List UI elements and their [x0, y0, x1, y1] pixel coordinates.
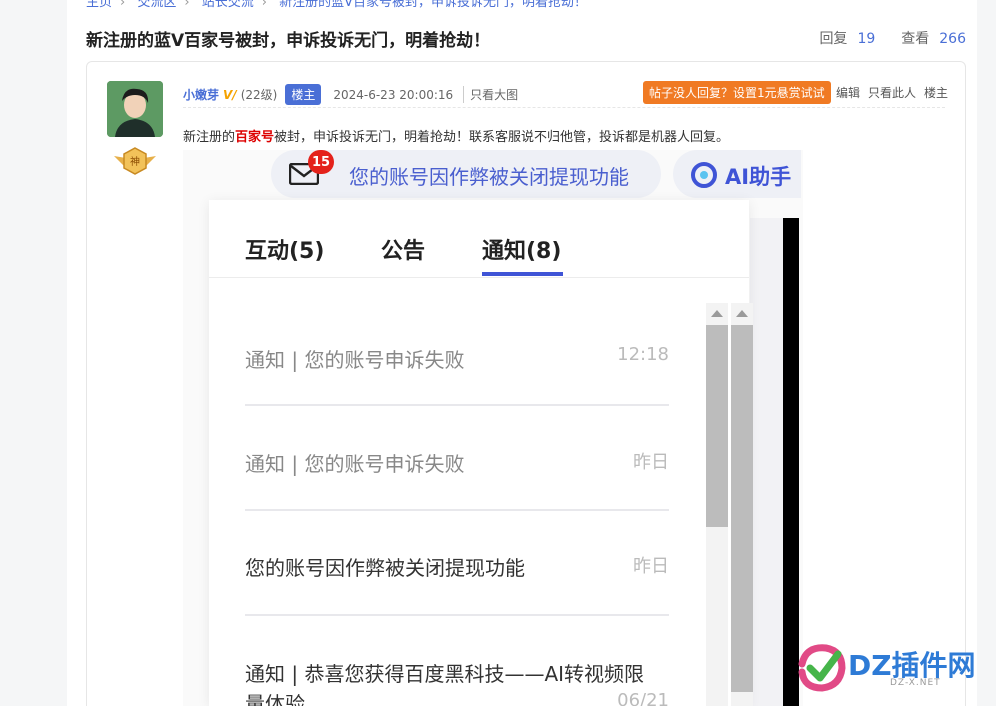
edit-link[interactable]: 编辑 — [836, 86, 860, 100]
notice-time: 昨日 — [633, 556, 669, 577]
post-date: 2024-6-23 20:00:16 — [333, 87, 454, 102]
medal-icon: 神 — [112, 146, 158, 176]
notice-item: 通知 | 恭喜您获得百度黑科技——AI转视频限 量体验 06/21 — [245, 616, 669, 706]
screenshot-edge — [783, 218, 799, 706]
chevron-right-icon: › — [120, 0, 126, 10]
scroll-up-arrow-icon[interactable] — [736, 310, 748, 317]
scrollbar-thumb[interactable] — [731, 325, 753, 692]
breadcrumb-thread[interactable]: 新注册的蓝V百家号被封，申诉投诉无门，明着抢劫！ — [279, 0, 587, 10]
ai-assistant-pill: AI助手 — [673, 150, 801, 198]
view-big-image-link[interactable]: 只看大图 — [463, 86, 518, 103]
breadcrumb: 主页 › 交流区 › 站长交流 › 新注册的蓝V百家号被封，申诉投诉无门，明着抢劫！ — [86, 0, 595, 10]
notice-title: 通知 | 您的账号申诉失败 — [245, 348, 465, 372]
reply-count: 19 — [857, 31, 876, 47]
notice-time: 昨日 — [633, 452, 669, 473]
thread-title: 新注册的蓝V百家号被封，申诉投诉无门，明着抢劫！ — [86, 31, 491, 51]
user-level: (22级) — [240, 88, 278, 102]
tab-announcement: 公告 — [381, 239, 426, 264]
post-actions: 编辑 只看此人 楼主 — [836, 84, 956, 101]
notice-title: 您的账号因作弊被关闭提现功能 — [245, 556, 525, 580]
breadcrumb-board[interactable]: 站长交流 — [202, 0, 254, 10]
avatar[interactable] — [107, 81, 163, 137]
notification-tabs: 互动(5) 公告 通知(8) — [209, 200, 749, 278]
notice-time: 06/21 — [617, 690, 669, 706]
body-highlight-link[interactable]: 百家号 — [235, 130, 274, 145]
floor-link[interactable]: 楼主 — [924, 86, 948, 100]
active-tab-indicator — [482, 272, 563, 276]
chevron-right-icon: › — [261, 0, 267, 10]
mail-notification-pill: 15 您的账号因作弊被关闭提现功能 — [271, 150, 661, 198]
scrollbar[interactable] — [731, 303, 753, 706]
body-suffix: 被封，申诉投诉无门，明着抢劫！联系客服说不归他管，投诉都是机器人回复。 — [274, 130, 730, 145]
view-count: 266 — [939, 31, 966, 47]
post-meta: 小嫩芽 V/ (22级) 楼主 2024-6-23 20:00:16 只看大图 — [183, 84, 518, 105]
ai-assistant-label: AI助手 — [725, 165, 792, 189]
floor-badge: 楼主 — [285, 84, 322, 105]
mail-notification-text: 您的账号因作弊被关闭提现功能 — [349, 165, 629, 189]
notice-title-line2: 量体验 — [245, 692, 305, 706]
thread-stats: 回复 19 查看 266 — [819, 28, 966, 48]
notice-title: 通知 | 恭喜您获得百度黑科技——AI转视频限 — [245, 662, 645, 686]
screenshot-side-area — [750, 218, 785, 706]
unread-count-badge: 15 — [308, 150, 334, 174]
site-logo-subtext: DZ-X.NET — [890, 678, 941, 688]
scrollbar-thumb[interactable] — [706, 325, 728, 527]
notice-item: 通知 | 您的账号申诉失败 昨日 — [245, 406, 669, 511]
username[interactable]: 小嫩芽 — [183, 86, 219, 103]
medal-label: 神 — [130, 155, 140, 168]
scrollbar[interactable] — [706, 303, 728, 706]
tab-interaction: 互动(5) — [245, 239, 325, 264]
notice-item: 您的账号因作弊被关闭提现功能 昨日 — [245, 511, 669, 616]
chevron-right-icon: › — [184, 0, 190, 10]
avatar-image — [107, 81, 163, 137]
reward-button[interactable]: 帖子没人回复？设置1元悬赏试试 — [643, 81, 831, 104]
breadcrumb-home[interactable]: 主页 — [86, 0, 112, 10]
breadcrumb-forum[interactable]: 交流区 — [137, 0, 176, 10]
reply-label: 回复 — [819, 31, 848, 47]
notice-title: 通知 | 您的账号申诉失败 — [245, 452, 465, 476]
tab-notice: 通知(8) — [482, 239, 562, 264]
divider — [183, 107, 945, 108]
only-this-user-link[interactable]: 只看此人 — [868, 86, 916, 100]
ai-assistant-icon — [691, 162, 717, 188]
view-label: 查看 — [901, 31, 930, 47]
body-prefix: 新注册的 — [183, 130, 236, 145]
post-body: 新注册的百家号被封，申诉投诉无门，明着抢劫！联系客服说不归他管，投诉都是机器人回… — [183, 126, 729, 145]
notice-item: 通知 | 您的账号申诉失败 12:18 — [245, 320, 669, 406]
notice-time: 12:18 — [617, 344, 669, 365]
scroll-up-arrow-icon[interactable] — [711, 310, 723, 317]
verified-icon: V/ — [223, 87, 237, 102]
notification-panel: 互动(5) 公告 通知(8) 通知 | 您的账号申诉失败 12:18 通知 | … — [209, 200, 749, 706]
